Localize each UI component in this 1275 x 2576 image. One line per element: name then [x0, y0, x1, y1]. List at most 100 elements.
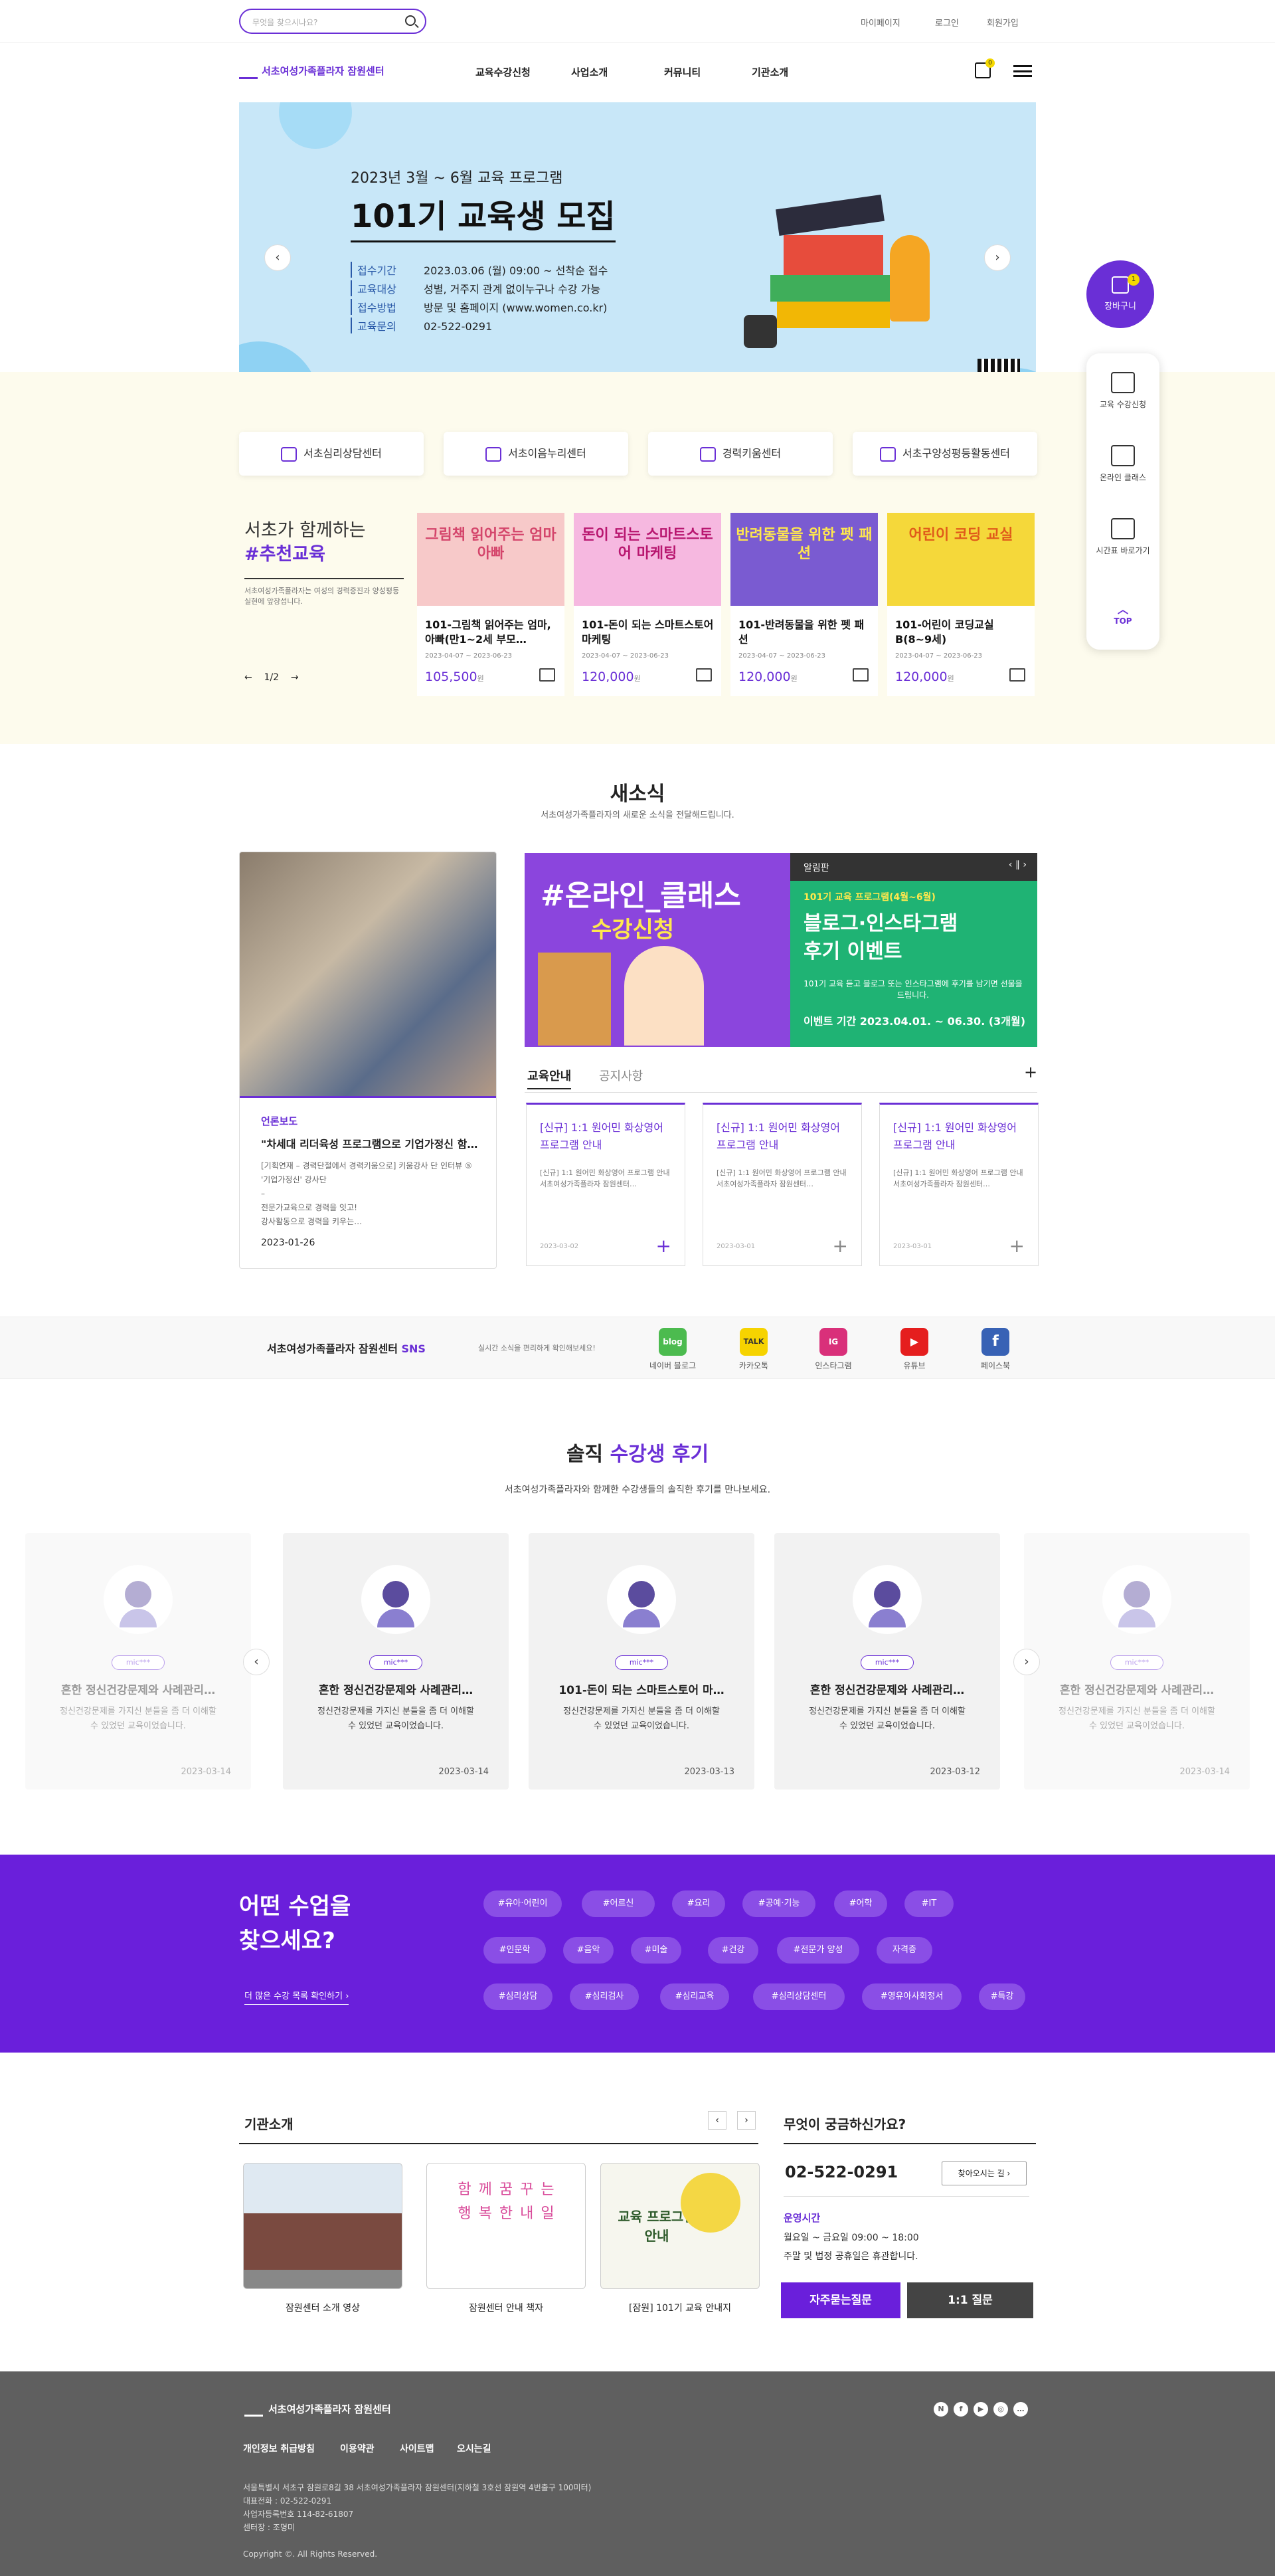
plus-icon[interactable]: +	[656, 1235, 671, 1257]
keyword-tag[interactable]: #심리검사	[570, 1983, 639, 2010]
add-cart-icon[interactable]	[1009, 668, 1025, 682]
news-banner[interactable]: #온라인_클래스 수강신청 알림판 ‹ ∥ › 101기 교육 프로그램(4월~6…	[525, 853, 1037, 1047]
review-prev-button[interactable]: ‹	[243, 1649, 270, 1675]
join-link[interactable]: 회원가입	[987, 16, 1019, 29]
keyword-tag[interactable]: #어르신	[582, 1890, 655, 1917]
keyword-tag[interactable]: #영유아사회정서	[862, 1983, 962, 2010]
menu-icon[interactable]	[1013, 65, 1032, 77]
review-card[interactable]: mic*** 흔한 정신건강문제와 사례관리… 정신건강문제를 가지신 분들을 좀 …	[774, 1533, 1000, 1790]
class-finder-title: 어떤 수업을 찾으세요?	[239, 1893, 351, 1954]
nav-item-business[interactable]: 사업소개	[571, 65, 608, 79]
directions-button[interactable]: 찾아오시는 길 ›	[942, 2162, 1027, 2185]
sns-link-kakao[interactable]: TALK 카카오톡	[724, 1328, 784, 1371]
cart-widget[interactable]: 장바구니 1	[1086, 260, 1154, 328]
sns-link-instagram[interactable]: IG 인스타그램	[804, 1328, 863, 1371]
facebook-icon[interactable]: f	[954, 2402, 968, 2417]
keyword-tag[interactable]: #IT	[904, 1890, 954, 1917]
keyword-tag[interactable]: #유아·어린이	[483, 1890, 562, 1917]
sns-link-youtube[interactable]: ▶ 유튜브	[885, 1328, 944, 1371]
review-card[interactable]: mic*** 흔한 정신건강문제와 사례관리… 정신건강문제를 가지신 분들을 좀 …	[25, 1533, 251, 1790]
add-cart-icon[interactable]	[853, 668, 869, 682]
quick-item-timetable[interactable]: 시간표 바로가기	[1086, 518, 1159, 556]
next-arrow-icon[interactable]: →	[291, 672, 299, 683]
chat-icon	[281, 446, 298, 462]
footer-link-directions[interactable]: 오시는길	[457, 2442, 491, 2455]
sns-link-facebook[interactable]: f 페이스북	[966, 1328, 1025, 1371]
mypage-link[interactable]: 마이페이지	[861, 16, 900, 29]
keyword-tag[interactable]: 자격증	[877, 1937, 932, 1964]
notice-card[interactable]: [신규] 1:1 원어민 화상영어 프로그램 안내 [신규] 1:1 원어민 화…	[526, 1103, 685, 1266]
more-classes-link[interactable]: 더 많은 수강 목록 확인하기 ›	[244, 1989, 349, 2005]
course-thumb: 어린이 코딩 교실	[887, 513, 1035, 606]
sns-link-blog[interactable]: blog 네이버 블로그	[643, 1328, 703, 1371]
org-card[interactable]: 교육 프로그램 안내 [잠원] 101기 교육 안내지	[600, 2163, 760, 2314]
top-button[interactable]: ︿ TOP	[1086, 600, 1159, 626]
course-card[interactable]: 어린이 코딩 교실 101-어린이 코딩교실 B(8~9세) 2023-04-0…	[887, 513, 1035, 696]
kakao-icon[interactable]: …	[1013, 2402, 1028, 2417]
kakao-icon: TALK	[740, 1328, 768, 1356]
youtube-icon[interactable]: ▶	[974, 2402, 988, 2417]
keyword-tag[interactable]: #특강	[979, 1983, 1025, 2010]
keyword-tag[interactable]: #심리교육	[660, 1983, 729, 2010]
faq-button[interactable]: 자주묻는질문	[781, 2282, 900, 2318]
logo[interactable]: 서초여성가족플라자 잠원센터	[239, 64, 384, 79]
keyword-tag[interactable]: #미술	[631, 1937, 681, 1964]
tab-education[interactable]: 교육안내	[527, 1067, 572, 1089]
naver-icon[interactable]: N	[934, 2402, 948, 2417]
quick-item-apply[interactable]: 교육 수강신청	[1086, 372, 1159, 410]
banner-controls-icon[interactable]: ‹ ∥ ›	[1009, 860, 1027, 870]
org-card[interactable]: 함 께 꿈 꾸 는 행 복 한 내 일 잠원센터 안내 책자	[426, 2163, 586, 2314]
review-card[interactable]: mic*** 흔한 정신건강문제와 사례관리… 정신건강문제를 가지신 분들을 좀 …	[283, 1533, 509, 1790]
org-card[interactable]: 잠원센터 소개 영상	[243, 2163, 402, 2314]
review-card[interactable]: mic*** 101-돈이 되는 스마트스토어 마… 정신건강문제를 가지신 분들을…	[529, 1533, 754, 1790]
search-icon[interactable]	[405, 15, 416, 26]
online-class-banner[interactable]: #온라인_클래스 수강신청	[525, 853, 790, 1047]
course-card[interactable]: 반려동물을 위한 펫 패션 101-반려동물을 위한 펫 패션 2023-04-…	[730, 513, 878, 696]
footer-link-privacy[interactable]: 개인정보 취급방침	[243, 2442, 315, 2455]
nav-item-community[interactable]: 커뮤니티	[664, 65, 701, 79]
cart-icon[interactable]: 0	[975, 58, 995, 78]
keyword-tag[interactable]: #요리	[672, 1890, 725, 1917]
nav-item-about[interactable]: 기관소개	[752, 65, 788, 79]
org-next-button[interactable]: ›	[737, 2111, 756, 2130]
keyword-tag[interactable]: #심리상담	[483, 1983, 552, 2010]
add-cart-icon[interactable]	[696, 668, 712, 682]
search-input[interactable]: 무엇을 찾으시나요?	[239, 9, 426, 34]
course-card[interactable]: 돈이 되는 스마트스토어 마케팅 101-돈이 되는 스마트스토어 마케팅 20…	[574, 513, 721, 696]
footer-link-terms[interactable]: 이용약관	[340, 2442, 375, 2455]
course-card[interactable]: 그림책 읽어주는 엄마아빠 101-그림책 읽어주는 엄마,아빠(만1~2세 부…	[417, 513, 564, 696]
inquiry-button[interactable]: 1:1 질문	[907, 2282, 1033, 2318]
banner-left-title: #온라인_클래스	[541, 879, 741, 913]
keyword-tag[interactable]: #인문학	[483, 1937, 546, 1964]
prev-arrow-icon[interactable]: ←	[244, 672, 252, 683]
keyword-tag[interactable]: #심리상담센터	[753, 1983, 845, 2010]
review-next-button[interactable]: ›	[1013, 1649, 1040, 1675]
keyword-tag[interactable]: #공예·기능	[742, 1890, 815, 1917]
add-cart-icon[interactable]	[539, 668, 555, 682]
plus-icon[interactable]: +	[1009, 1235, 1025, 1257]
center-link-psychology[interactable]: 서초심리상담센터	[239, 432, 424, 476]
center-link-equality[interactable]: 서초구양성평등활동센터	[853, 432, 1037, 476]
org-prev-button[interactable]: ‹	[708, 2111, 726, 2130]
keyword-tag[interactable]: #어학	[834, 1890, 887, 1917]
more-plus-icon[interactable]: +	[1024, 1063, 1037, 1081]
keyword-tag[interactable]: #건강	[708, 1937, 758, 1964]
plus-icon[interactable]: +	[833, 1235, 848, 1257]
event-banner[interactable]: 알림판 ‹ ∥ › 101기 교육 프로그램(4월~6월) 블로그·인스타그램 후기…	[790, 853, 1037, 1047]
footer-link-sitemap[interactable]: 사이트맵	[400, 2442, 434, 2455]
nav-item-education[interactable]: 교육수강신청	[475, 65, 531, 79]
keyword-tag[interactable]: #음악	[563, 1937, 614, 1964]
instagram-icon[interactable]: ◎	[993, 2402, 1008, 2417]
center-link-ieum[interactable]: 서초이음누리센터	[444, 432, 628, 476]
keyword-tag[interactable]: #전문가 양성	[777, 1937, 859, 1964]
login-link[interactable]: 로그인	[935, 16, 959, 29]
notice-card[interactable]: [신규] 1:1 원어민 화상영어 프로그램 안내 [신규] 1:1 원어민 화…	[879, 1103, 1039, 1266]
notice-card[interactable]: [신규] 1:1 원어민 화상영어 프로그램 안내 [신규] 1:1 원어민 화…	[703, 1103, 862, 1266]
review-card[interactable]: mic*** 흔한 정신건강문제와 사례관리… 정신건강문제를 가지신 분들을 좀 …	[1024, 1533, 1250, 1790]
hero-next-button[interactable]: ›	[984, 244, 1011, 271]
tab-notice[interactable]: 공지사항	[599, 1067, 643, 1084]
hero-prev-button[interactable]: ‹	[264, 244, 291, 271]
center-link-career[interactable]: 경력키움센터	[648, 432, 833, 476]
quick-item-online[interactable]: 온라인 클래스	[1086, 445, 1159, 483]
press-card[interactable]: 언론보도 "차세대 리더육성 프로그램으로 기업가정신 함양" [기획연재 – …	[239, 852, 497, 1269]
